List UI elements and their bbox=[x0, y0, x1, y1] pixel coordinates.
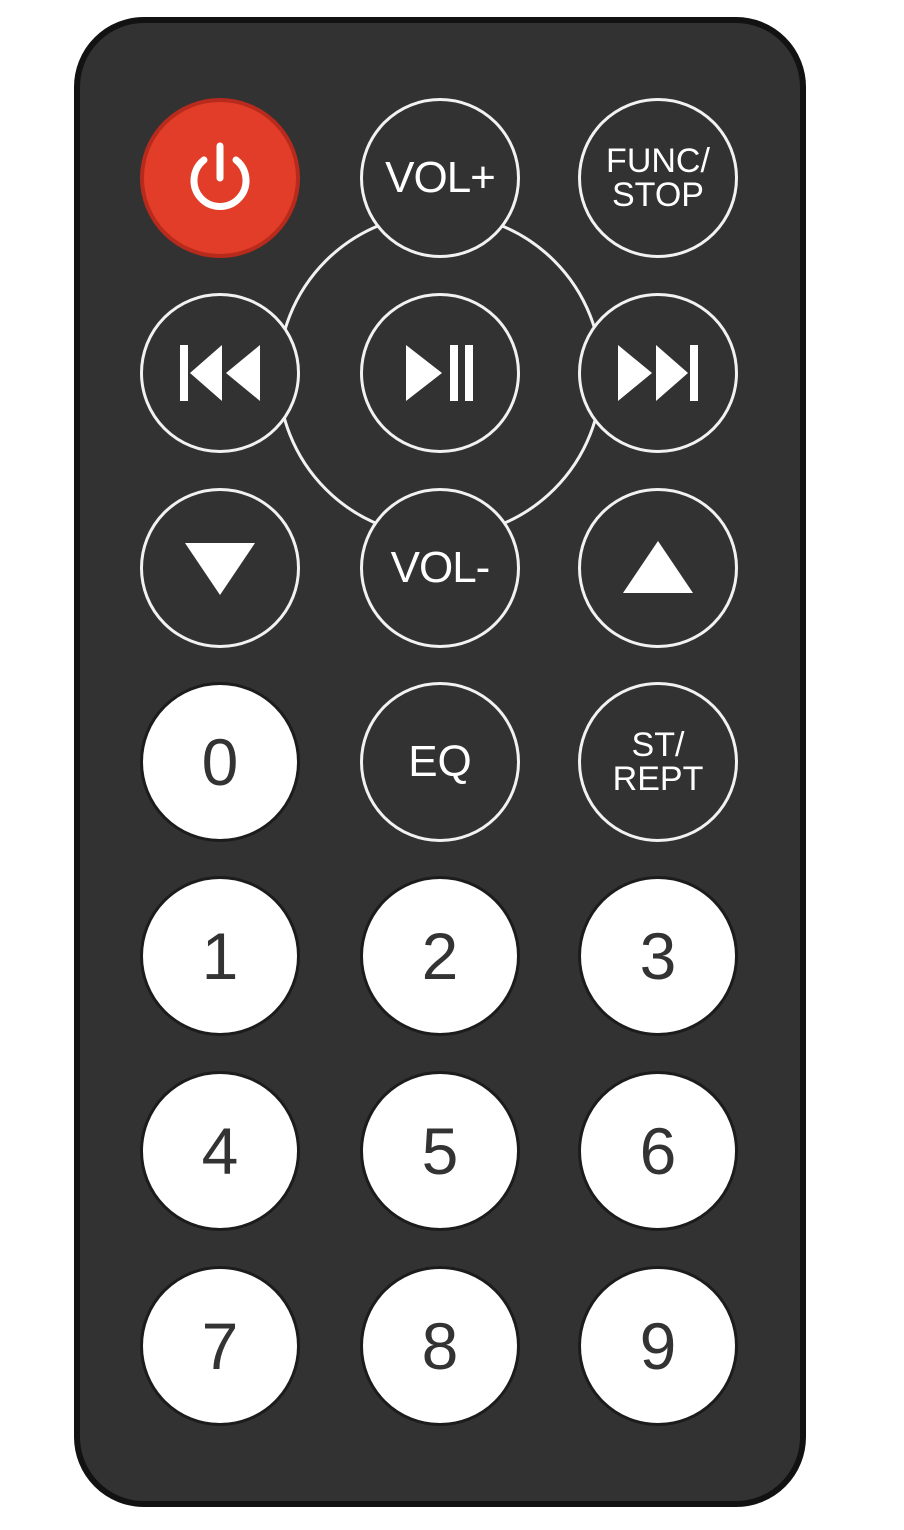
volume-down-button[interactable]: VOL- bbox=[360, 488, 520, 648]
eq-button[interactable]: EQ bbox=[360, 682, 520, 842]
volume-up-button[interactable]: VOL+ bbox=[360, 98, 520, 258]
number-5-button[interactable]: 5 bbox=[360, 1071, 520, 1231]
number-4-button[interactable]: 4 bbox=[140, 1071, 300, 1231]
number-5-label: 5 bbox=[421, 1114, 459, 1188]
previous-track-button[interactable] bbox=[140, 293, 300, 453]
st-rept-label-line2: REPT bbox=[612, 760, 704, 798]
number-3-label: 3 bbox=[639, 919, 677, 993]
eq-label: EQ bbox=[408, 737, 472, 786]
number-8-label: 8 bbox=[421, 1309, 459, 1383]
func-stop-label-line2: STOP bbox=[612, 176, 704, 214]
play-pause-button[interactable] bbox=[360, 293, 520, 453]
skip-back-icon bbox=[178, 343, 262, 403]
number-2-button[interactable]: 2 bbox=[360, 876, 520, 1036]
volume-down-label: VOL- bbox=[390, 543, 491, 592]
triangle-down-icon bbox=[183, 539, 257, 597]
st-rept-button[interactable]: ST/ REPT bbox=[578, 682, 738, 842]
number-9-label: 9 bbox=[639, 1309, 677, 1383]
st-rept-label-line1: ST/ bbox=[631, 726, 685, 764]
number-6-label: 6 bbox=[639, 1114, 677, 1188]
number-1-button[interactable]: 1 bbox=[140, 876, 300, 1036]
number-3-button[interactable]: 3 bbox=[578, 876, 738, 1036]
number-9-button[interactable]: 9 bbox=[578, 1266, 738, 1426]
down-button[interactable] bbox=[140, 488, 300, 648]
skip-forward-icon bbox=[616, 343, 700, 403]
number-8-button[interactable]: 8 bbox=[360, 1266, 520, 1426]
volume-up-label: VOL+ bbox=[385, 153, 496, 202]
number-7-button[interactable]: 7 bbox=[140, 1266, 300, 1426]
number-0-button[interactable]: 0 bbox=[140, 682, 300, 842]
number-2-label: 2 bbox=[421, 919, 459, 993]
number-7-label: 7 bbox=[201, 1309, 239, 1383]
number-6-button[interactable]: 6 bbox=[578, 1071, 738, 1231]
number-0-label: 0 bbox=[201, 725, 239, 799]
func-stop-button[interactable]: FUNC/ STOP bbox=[578, 98, 738, 258]
func-stop-label-line1: FUNC/ bbox=[606, 142, 710, 180]
number-4-label: 4 bbox=[201, 1114, 239, 1188]
next-track-button[interactable] bbox=[578, 293, 738, 453]
play-pause-icon bbox=[402, 343, 478, 403]
triangle-up-icon bbox=[621, 539, 695, 597]
power-icon bbox=[180, 138, 260, 218]
power-button[interactable] bbox=[140, 98, 300, 258]
up-button[interactable] bbox=[578, 488, 738, 648]
number-1-label: 1 bbox=[201, 919, 239, 993]
